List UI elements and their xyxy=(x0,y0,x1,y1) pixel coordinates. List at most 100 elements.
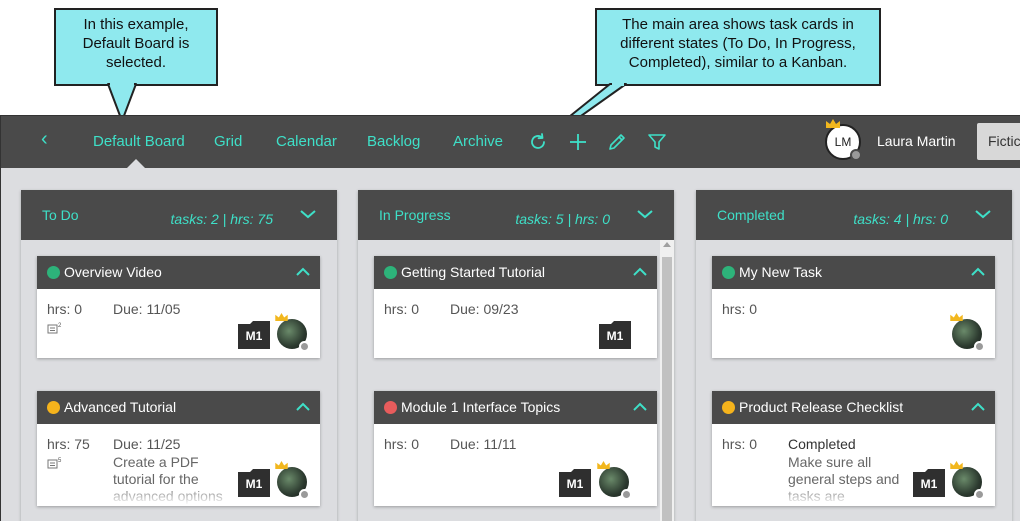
status-dot xyxy=(47,266,60,279)
user-name[interactable]: Laura Martin xyxy=(877,133,956,149)
card-header: Product Release Checklist xyxy=(712,391,995,424)
chevron-down-icon[interactable] xyxy=(636,208,654,220)
task-card[interactable]: Getting Started Tutorial hrs: 0 Due: 09/… xyxy=(374,256,657,358)
project-label: M1 xyxy=(245,477,263,491)
user-avatar[interactable]: LM xyxy=(825,119,862,161)
column-header: In Progress tasks: 5 | hrs: 0 xyxy=(358,190,674,240)
task-card[interactable]: Module 1 Interface Topics hrs: 0 Due: 11… xyxy=(374,391,657,506)
crown-icon xyxy=(597,461,610,469)
top-navigation-bar: ‹ Default Board Grid Calendar Backlog Ar… xyxy=(1,116,1020,168)
column-scrollbar[interactable] xyxy=(660,240,674,521)
plus-icon[interactable] xyxy=(567,131,589,153)
chevron-down-icon[interactable] xyxy=(299,208,317,220)
column-body: Getting Started Tutorial hrs: 0 Due: 09/… xyxy=(358,240,674,521)
card-title[interactable]: Advanced Tutorial xyxy=(64,399,176,415)
column-to-do: To Do tasks: 2 | hrs: 75 Overview Video … xyxy=(21,190,337,521)
card-hours: hrs: 0 xyxy=(722,301,758,317)
card-title[interactable]: My New Task xyxy=(739,264,822,280)
presence-status-dot xyxy=(299,489,310,500)
presence-status-dot xyxy=(974,489,985,500)
crown-icon xyxy=(275,461,288,469)
scroll-up-arrow-icon[interactable] xyxy=(663,242,671,247)
task-card[interactable]: Product Release Checklist hrs: 0 Complet… xyxy=(712,391,995,506)
chevron-up-icon[interactable] xyxy=(633,402,647,411)
column-title: In Progress xyxy=(379,207,451,223)
nav-default-board[interactable]: Default Board xyxy=(93,133,185,150)
assignee-avatar[interactable] xyxy=(275,461,310,500)
card-description: Create a PDF tutorial for the advanced o… xyxy=(113,454,223,504)
notes-count: 5 xyxy=(58,458,62,464)
notes-count: 2 xyxy=(58,323,62,329)
assignee-avatar[interactable] xyxy=(275,313,310,352)
card-title[interactable]: Product Release Checklist xyxy=(739,399,903,415)
scrollbar-thumb[interactable] xyxy=(662,257,672,521)
nav-backlog[interactable]: Backlog xyxy=(367,133,420,150)
column-stats: tasks: 2 | hrs: 75 xyxy=(170,211,273,227)
crown-icon xyxy=(826,119,840,128)
card-header: Getting Started Tutorial xyxy=(374,256,657,289)
status-dot xyxy=(47,401,60,414)
nav-grid[interactable]: Grid xyxy=(214,133,242,150)
card-status-text: Completed xyxy=(788,436,856,452)
card-hours: hrs: 0 xyxy=(384,301,420,317)
pencil-icon[interactable] xyxy=(606,131,628,153)
presence-status-dot xyxy=(974,341,985,352)
chevron-up-icon[interactable] xyxy=(296,402,310,411)
project-label: M1 xyxy=(606,329,624,343)
assignee-avatar[interactable] xyxy=(597,461,632,500)
assignee-avatar[interactable] xyxy=(950,461,985,500)
column-title: To Do xyxy=(42,207,79,223)
notes-icon[interactable]: 5 xyxy=(47,457,63,469)
app-window: ‹ Default Board Grid Calendar Backlog Ar… xyxy=(0,115,1020,521)
task-card[interactable]: My New Task hrs: 0 xyxy=(712,256,995,358)
card-title[interactable]: Overview Video xyxy=(64,264,162,280)
status-dot xyxy=(384,401,397,414)
column-title: Completed xyxy=(717,207,785,223)
nav-archive[interactable]: Archive xyxy=(453,133,503,150)
chevron-up-icon[interactable] xyxy=(296,267,310,276)
callout-main-area: The main area shows task cards in differ… xyxy=(595,8,881,86)
chevron-down-icon[interactable] xyxy=(974,208,992,220)
task-card[interactable]: Overview Video hrs: 0 Due: 11/05 2 M1 xyxy=(37,256,320,358)
column-header: To Do tasks: 2 | hrs: 75 xyxy=(21,190,337,240)
chevron-left-icon[interactable]: ‹ xyxy=(41,128,48,151)
card-due-date: Due: 09/23 xyxy=(450,301,519,317)
refresh-icon[interactable] xyxy=(527,131,549,153)
column-stats: tasks: 4 | hrs: 0 xyxy=(853,211,948,227)
chevron-up-icon[interactable] xyxy=(971,402,985,411)
crown-icon xyxy=(275,313,288,321)
assignee-avatar[interactable] xyxy=(950,313,985,352)
card-hours: hrs: 0 xyxy=(384,436,420,452)
card-header: My New Task xyxy=(712,256,995,289)
project-label: M1 xyxy=(245,329,263,343)
card-hours: hrs: 75 xyxy=(47,436,90,452)
card-due-date: Due: 11/11 xyxy=(450,436,517,452)
column-stats: tasks: 5 | hrs: 0 xyxy=(515,211,610,227)
chevron-up-icon[interactable] xyxy=(971,267,985,276)
active-tab-indicator xyxy=(127,159,145,168)
card-header: Advanced Tutorial xyxy=(37,391,320,424)
organization-button[interactable]: Fictic xyxy=(977,123,1020,160)
chevron-up-icon[interactable] xyxy=(633,267,647,276)
card-header: Module 1 Interface Topics xyxy=(374,391,657,424)
card-header: Overview Video xyxy=(37,256,320,289)
status-dot xyxy=(722,401,735,414)
crown-icon xyxy=(950,313,963,321)
notes-icon[interactable]: 2 xyxy=(47,322,63,334)
column-in-progress: In Progress tasks: 5 | hrs: 0 Getting St… xyxy=(358,190,674,521)
card-description: Make sure all general steps and tasks ar… xyxy=(788,454,900,504)
card-due-date: Due: 11/05 xyxy=(113,301,181,317)
card-due-date: Due: 11/25 xyxy=(113,436,181,452)
crown-icon xyxy=(950,461,963,469)
presence-status-dot xyxy=(850,149,862,161)
task-card[interactable]: Advanced Tutorial hrs: 75 Due: 11/25 Cre… xyxy=(37,391,320,506)
card-title[interactable]: Getting Started Tutorial xyxy=(401,264,545,280)
presence-status-dot xyxy=(299,341,310,352)
nav-calendar[interactable]: Calendar xyxy=(276,133,337,150)
card-hours: hrs: 0 xyxy=(47,301,83,317)
filter-icon[interactable] xyxy=(646,131,668,153)
user-initials: LM xyxy=(834,135,852,149)
project-label: M1 xyxy=(920,477,938,491)
column-body: Overview Video hrs: 0 Due: 11/05 2 M1 Ad… xyxy=(21,240,337,521)
card-title[interactable]: Module 1 Interface Topics xyxy=(401,399,560,415)
